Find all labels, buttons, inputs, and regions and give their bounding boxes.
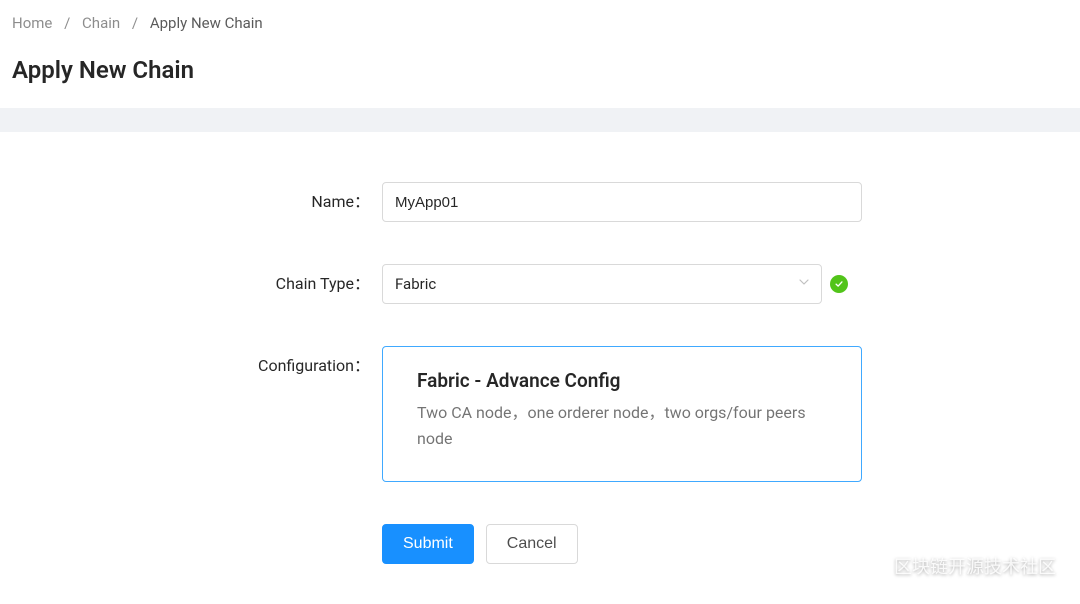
form-row-actions: Submit Cancel [12,524,1068,564]
page-title: Apply New Chain [12,56,1068,84]
chain-type-label: Chain Type： [12,264,382,304]
form-row-chain-type: Chain Type： Fabric [12,264,1068,304]
form-row-configuration: Configuration： Fabric - Advance Config T… [12,346,1068,482]
submit-button[interactable]: Submit [382,524,474,564]
page-header: Home / Chain / Apply New Chain Apply New… [0,0,1080,108]
chain-type-select[interactable]: Fabric [382,264,822,304]
cancel-button[interactable]: Cancel [486,524,578,564]
configuration-card-title: Fabric - Advance Config [417,369,827,392]
configuration-card[interactable]: Fabric - Advance Config Two CA node，one … [382,346,862,482]
breadcrumb-home[interactable]: Home [12,14,52,32]
breadcrumb: Home / Chain / Apply New Chain [12,14,1068,32]
configuration-label: Configuration： [12,346,382,386]
breadcrumb-current: Apply New Chain [150,14,263,32]
breadcrumb-separator: / [64,14,70,32]
name-input[interactable] [382,182,862,222]
breadcrumb-separator: / [132,14,138,32]
name-label: Name： [12,182,382,222]
breadcrumb-chain[interactable]: Chain [82,14,120,32]
layout-gap [0,108,1080,132]
form-content: Name： Chain Type： Fabric Configuration： [0,132,1080,604]
chain-type-value: Fabric [395,275,436,293]
configuration-card-description: Two CA node，one orderer node，two orgs/fo… [417,400,827,451]
check-circle-icon [830,275,848,293]
form-row-name: Name： [12,182,1068,222]
